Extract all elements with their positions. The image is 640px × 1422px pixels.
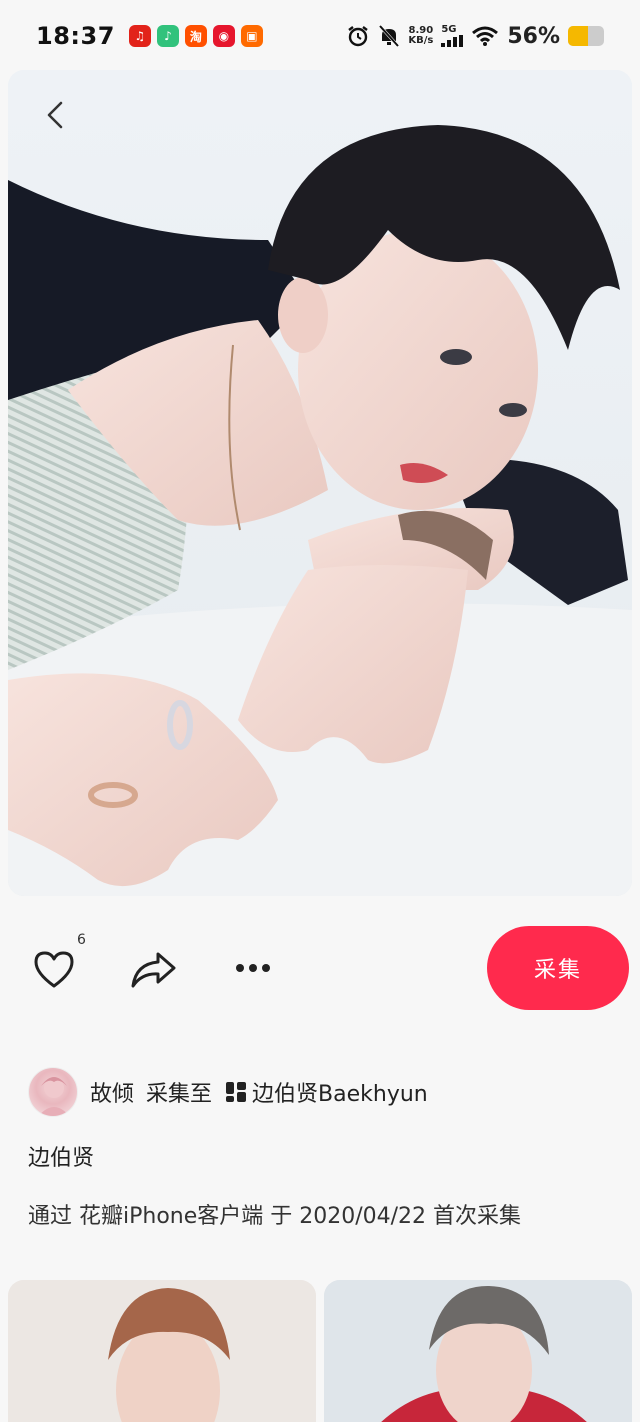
alarm-icon bbox=[348, 26, 369, 47]
taobao-icon: 淘 bbox=[184, 25, 207, 47]
photo-illustration bbox=[8, 70, 632, 896]
collect-to-label: 采集至 bbox=[146, 1082, 213, 1107]
heart-icon bbox=[34, 951, 74, 988]
notification-icons: ♫ ♪ 淘 ◉ ▣ bbox=[128, 25, 263, 47]
battery-fill bbox=[568, 26, 589, 46]
netease-music-icon: ♫ bbox=[128, 25, 151, 47]
wifi-icon bbox=[472, 26, 499, 46]
status-time: 18:37 bbox=[36, 22, 115, 50]
related-pin-1[interactable] bbox=[8, 1280, 316, 1422]
collect-button[interactable]: 采集 bbox=[487, 926, 629, 1010]
weibo-icon: ◉ bbox=[212, 25, 235, 47]
like-count: 6 bbox=[77, 932, 86, 948]
network-type: 5G bbox=[441, 24, 457, 35]
chevron-left-icon bbox=[47, 101, 63, 129]
more-button[interactable] bbox=[232, 954, 274, 982]
shop-icon: ▣ bbox=[240, 25, 263, 47]
mute-icon bbox=[379, 24, 400, 48]
board-icon bbox=[226, 1082, 247, 1102]
cellular-signal: 5G bbox=[441, 24, 464, 47]
action-bar: 6 采集 bbox=[0, 920, 640, 1016]
status-bar: 18:37 ♫ ♪ 淘 ◉ ▣ 8.90 KB/s 5G 56% bbox=[0, 0, 640, 72]
more-dots-icon bbox=[236, 964, 270, 972]
main-photo[interactable] bbox=[8, 70, 632, 896]
qq-music-icon: ♪ bbox=[156, 25, 179, 47]
network-speed: 8.90 KB/s bbox=[408, 26, 433, 46]
speed-unit: KB/s bbox=[408, 35, 434, 46]
status-indicators: 8.90 KB/s 5G 56% bbox=[346, 24, 604, 49]
collector-info: 故倾 采集至 边伯贤Baekhyun bbox=[28, 1066, 428, 1118]
pin-title: 边伯贤 bbox=[28, 1146, 95, 1171]
share-button[interactable] bbox=[128, 946, 178, 994]
related-pin-image bbox=[324, 1280, 632, 1422]
share-icon bbox=[131, 952, 176, 988]
related-pin-image bbox=[8, 1280, 316, 1422]
source-info: 通过 花瓣iPhone客户端 于 2020/04/22 首次采集 bbox=[28, 1204, 522, 1229]
like-button[interactable] bbox=[30, 946, 78, 994]
board-name-link[interactable]: 边伯贤Baekhyun bbox=[252, 1076, 428, 1108]
avatar[interactable] bbox=[28, 1067, 78, 1117]
avatar-image bbox=[38, 1077, 70, 1116]
signal-icon bbox=[441, 35, 464, 47]
pin-detail-page: 18:37 ♫ ♪ 淘 ◉ ▣ 8.90 KB/s 5G 56% 6 采集 故倾… bbox=[0, 0, 640, 1422]
collector-name[interactable]: 故倾 bbox=[90, 1076, 134, 1108]
back-button[interactable] bbox=[30, 90, 80, 140]
battery-percent: 56% bbox=[507, 23, 560, 49]
battery-icon bbox=[568, 26, 604, 46]
related-pin-2[interactable] bbox=[324, 1280, 632, 1422]
